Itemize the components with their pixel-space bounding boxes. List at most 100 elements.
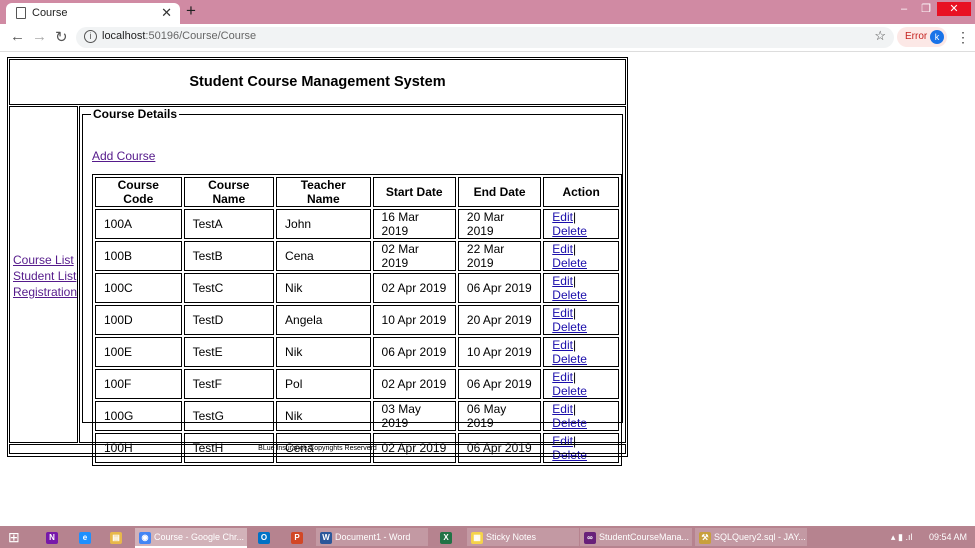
- cell-action: Edit| Delete: [543, 241, 619, 271]
- tray-up-arrow-icon[interactable]: ▴: [891, 532, 896, 542]
- cell-start: 16 Mar 2019: [372, 209, 456, 239]
- edit-link[interactable]: Edit: [552, 402, 573, 416]
- network-icon[interactable]: ▮: [898, 532, 903, 542]
- delete-link[interactable]: Delete: [552, 320, 587, 334]
- clock[interactable]: 09:54 AM: [929, 532, 967, 542]
- cell-end: 22 Mar 2019: [457, 241, 542, 271]
- taskbar-powerpoint[interactable]: P: [287, 528, 309, 546]
- chrome-icon: ◉: [139, 531, 151, 544]
- edit-link[interactable]: Edit: [552, 338, 573, 352]
- restore-icon[interactable]: ❐: [915, 2, 937, 16]
- address-bar[interactable]: i localhost:50196/Course/Course ☆: [76, 27, 894, 48]
- sidebar-course-list-link[interactable]: Course List: [13, 252, 77, 268]
- sidebar: Course List Student List Registration: [9, 106, 78, 443]
- cell-start: 02 Apr 2019: [372, 273, 456, 303]
- delete-link[interactable]: Delete: [552, 352, 587, 366]
- info-icon[interactable]: i: [84, 30, 97, 43]
- minimize-icon[interactable]: –: [893, 2, 915, 16]
- windows-start-icon[interactable]: ⊞: [8, 529, 20, 546]
- ssms-icon: ⚒: [699, 531, 711, 544]
- new-tab-button[interactable]: +: [186, 1, 196, 21]
- kebab-menu-icon[interactable]: ⋮: [956, 29, 970, 46]
- outlook-icon: O: [258, 531, 270, 544]
- taskbar-onenote[interactable]: N: [42, 528, 64, 546]
- page-frame: Student Course Management System Course …: [7, 57, 628, 466]
- table-row: 100G TestG Nik 03 May 2019 06 May 2019 Edit| …: [95, 401, 619, 431]
- main-content: Course Details Add Course Course Code Co…: [79, 106, 626, 466]
- action-separator: |: [572, 242, 577, 256]
- taskbar-label: Sticky Notes: [486, 532, 537, 542]
- cell-name: TestB: [183, 241, 275, 271]
- action-separator: |: [572, 338, 577, 352]
- taskbar-label: Document1 - Word: [335, 532, 411, 542]
- taskbar-explorer[interactable]: ▤: [106, 528, 128, 546]
- cell-code: 100C: [95, 273, 182, 303]
- table-row: 100C TestC Nik 02 Apr 2019 06 Apr 2019 Edit| …: [95, 273, 619, 303]
- taskbar-sticky[interactable]: ▦ Sticky Notes: [467, 528, 579, 546]
- delete-link[interactable]: Delete: [552, 224, 587, 238]
- close-tab-icon[interactable]: ✕: [161, 5, 172, 21]
- cell-action: Edit| Delete: [543, 369, 619, 399]
- avatar: k: [930, 30, 944, 44]
- cell-action: Edit| Delete: [543, 273, 619, 303]
- taskbar-excel[interactable]: X: [436, 528, 458, 546]
- delete-link[interactable]: Delete: [552, 256, 587, 270]
- cell-end: 20 Apr 2019: [457, 305, 542, 335]
- taskbar-chrome[interactable]: ◉ Course - Google Chr...: [135, 528, 247, 548]
- system-tray: ▴ ▮ .ıl 09:54 AM: [891, 528, 967, 546]
- error-label: Error: [905, 31, 928, 42]
- taskbar-outlook[interactable]: O: [254, 528, 276, 546]
- cell-start: 02 Apr 2019: [372, 369, 456, 399]
- taskbar-word[interactable]: W Document1 - Word: [316, 528, 428, 546]
- action-separator: |: [572, 274, 577, 288]
- taskbar-ie[interactable]: e: [75, 528, 97, 546]
- profile-error-button[interactable]: Error k: [897, 27, 947, 47]
- edit-link[interactable]: Edit: [552, 306, 573, 320]
- url-host: localhost: [102, 30, 146, 42]
- taskbar-ssms[interactable]: ⚒ SQLQuery2.sql - JAY...: [695, 528, 807, 546]
- table-header-row: Course Code Course Name Teacher Name Sta…: [95, 177, 619, 207]
- browser-tab[interactable]: Course ✕: [6, 3, 180, 24]
- taskbar-label: StudentCourseMana...: [599, 532, 690, 542]
- cell-teacher: Nik: [276, 273, 371, 303]
- taskbar-visualstudio[interactable]: ∞ StudentCourseMana...: [580, 528, 692, 546]
- back-icon[interactable]: ←: [10, 28, 25, 45]
- footer: BLue Insurance Copyrights Reserverd: [9, 444, 626, 454]
- edit-link[interactable]: Edit: [552, 274, 573, 288]
- cell-teacher: Pol: [276, 369, 371, 399]
- tab-title: Course: [32, 7, 68, 19]
- table-row: 100E TestE Nik 06 Apr 2019 10 Apr 2019 Edit| …: [95, 337, 619, 367]
- table-row: 100A TestA John 16 Mar 2019 20 Mar 2019 Edit|…: [95, 209, 619, 239]
- url-text[interactable]: localhost:50196/Course/Course: [102, 30, 256, 42]
- cell-name: TestF: [183, 369, 275, 399]
- column-header: Teacher Name: [276, 177, 371, 207]
- forward-icon[interactable]: →: [32, 28, 47, 45]
- delete-link[interactable]: Delete: [552, 416, 587, 430]
- excel-icon: X: [440, 531, 452, 544]
- cell-name: TestA: [183, 209, 275, 239]
- bookmark-star-icon[interactable]: ☆: [874, 28, 886, 44]
- cell-code: 100B: [95, 241, 182, 271]
- word-icon: W: [320, 531, 332, 544]
- sidebar-registration-link[interactable]: Registration: [13, 284, 77, 300]
- cell-action: Edit| Delete: [543, 337, 619, 367]
- cell-name: TestG: [183, 401, 275, 431]
- column-header: Action: [543, 177, 619, 207]
- cell-action: Edit| Delete: [543, 209, 619, 239]
- taskbar-label: SQLQuery2.sql - JAY...: [714, 532, 806, 542]
- edit-link[interactable]: Edit: [552, 370, 573, 384]
- close-window-icon[interactable]: ✕: [937, 2, 971, 16]
- reload-icon[interactable]: ↻: [55, 28, 68, 46]
- column-header: End Date: [457, 177, 542, 207]
- delete-link[interactable]: Delete: [552, 288, 587, 302]
- add-course-link[interactable]: Add Course: [92, 149, 155, 163]
- table-row: 100D TestD Angela 10 Apr 2019 20 Apr 2019 Edi…: [95, 305, 619, 335]
- action-separator: |: [572, 210, 577, 224]
- edit-link[interactable]: Edit: [552, 242, 573, 256]
- cell-start: 10 Apr 2019: [372, 305, 456, 335]
- sidebar-student-list-link[interactable]: Student List: [13, 268, 77, 284]
- edit-link[interactable]: Edit: [552, 210, 573, 224]
- delete-link[interactable]: Delete: [552, 384, 587, 398]
- cell-teacher: Nik: [276, 401, 371, 431]
- signal-icon[interactable]: .ıl: [905, 532, 912, 542]
